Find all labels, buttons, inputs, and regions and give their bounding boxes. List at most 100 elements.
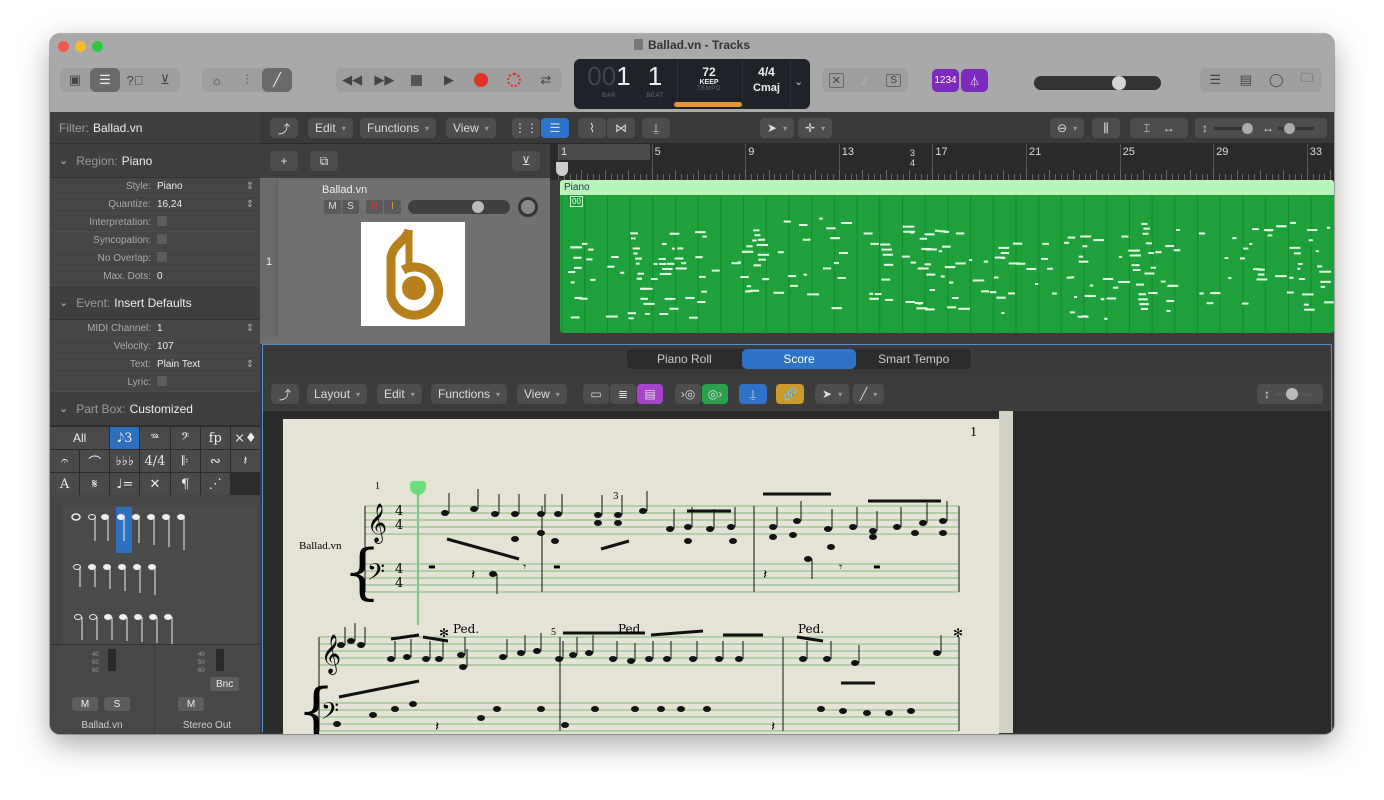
tab-smart-tempo[interactable]: Smart Tempo <box>856 349 971 369</box>
note-head[interactable] <box>614 520 622 526</box>
midi-note[interactable] <box>750 289 760 292</box>
midi-note[interactable] <box>1303 308 1315 311</box>
note-head[interactable] <box>387 656 395 662</box>
edit-menu[interactable]: Edit ▾ <box>377 384 422 404</box>
midi-note[interactable] <box>628 317 634 320</box>
midi-note[interactable] <box>758 258 767 261</box>
cycle-area[interactable] <box>558 144 650 160</box>
signature-key-display[interactable]: 4/4 Cmaj <box>744 59 789 109</box>
note-head[interactable] <box>715 656 723 662</box>
midi-note[interactable] <box>695 231 706 234</box>
midi-note[interactable] <box>1042 242 1049 245</box>
lcd-display[interactable]: 001 BAR 1 BEAT 72 KEEP TEMPO 4/4 Cmaj ⌄ <box>574 59 810 109</box>
note-head[interactable] <box>907 708 915 714</box>
midi-note[interactable] <box>777 251 784 254</box>
note-head[interactable] <box>824 526 832 532</box>
midi-note[interactable] <box>1198 232 1206 235</box>
midi-note[interactable] <box>638 277 642 280</box>
note-head[interactable] <box>357 642 365 648</box>
note-head[interactable] <box>706 526 714 532</box>
midi-note[interactable] <box>1100 298 1105 301</box>
midi-note[interactable] <box>939 230 946 233</box>
midi-note[interactable] <box>642 297 648 300</box>
note-head[interactable] <box>919 520 927 526</box>
midi-note[interactable] <box>1144 272 1155 275</box>
midi-note[interactable] <box>783 220 791 223</box>
midi-note[interactable] <box>763 278 768 281</box>
midi-note[interactable] <box>675 267 687 270</box>
checkbox[interactable] <box>157 234 167 244</box>
midi-note[interactable] <box>659 262 666 265</box>
midi-note[interactable] <box>1093 239 1105 242</box>
midi-note[interactable] <box>661 242 667 245</box>
view-menu[interactable]: View ▾ <box>446 118 496 138</box>
midi-note[interactable] <box>1078 260 1089 263</box>
link-button[interactable]: 🔗 <box>776 384 804 404</box>
signature-change[interactable]: 34 <box>910 148 915 168</box>
midi-note[interactable] <box>753 264 761 267</box>
midi-note[interactable] <box>1263 229 1274 232</box>
midi-note[interactable] <box>788 275 797 278</box>
midi-note[interactable] <box>1089 284 1094 287</box>
midi-note[interactable] <box>1012 242 1023 245</box>
midi-note[interactable] <box>1128 249 1140 252</box>
note-head[interactable] <box>863 710 871 716</box>
tab-piano-roll[interactable]: Piano Roll <box>627 349 742 369</box>
toolbar-button[interactable]: ⊻ <box>150 68 180 92</box>
catch-button[interactable]: ⍊ <box>642 118 670 138</box>
midi-note[interactable] <box>1118 280 1130 283</box>
midi-note[interactable] <box>698 275 706 278</box>
note-head[interactable] <box>537 706 545 712</box>
inspector-row[interactable]: Lyric: <box>50 374 260 392</box>
midi-note[interactable] <box>1317 265 1323 268</box>
row-value[interactable]: Plain Text <box>155 359 240 370</box>
midi-note[interactable] <box>1298 278 1305 281</box>
midi-note[interactable] <box>945 266 954 269</box>
midi-note[interactable] <box>1139 303 1149 306</box>
midi-note[interactable] <box>586 258 593 261</box>
midi-note[interactable] <box>633 252 638 255</box>
inspector-row[interactable]: MIDI Channel: 1 ⇕ <box>50 320 260 338</box>
add-track-button[interactable]: + <box>270 151 298 171</box>
edit-menu[interactable]: Edit ▾ <box>308 118 353 138</box>
grid-view-button[interactable]: ⋮⋮ <box>512 118 540 138</box>
midi-note[interactable] <box>834 237 841 240</box>
midi-note[interactable] <box>754 234 761 237</box>
note-head[interactable] <box>657 706 665 712</box>
midi-note[interactable] <box>1302 293 1314 296</box>
note-head[interactable] <box>609 656 617 662</box>
solo-mode-button[interactable]: S <box>879 68 908 92</box>
pointer-tool-menu[interactable]: ➤ ▾ <box>760 118 795 138</box>
checkbox[interactable] <box>157 216 167 226</box>
note-head[interactable] <box>517 650 525 656</box>
inspector-row[interactable]: Interpretation: <box>50 214 260 232</box>
note-head[interactable] <box>489 571 497 577</box>
partbox-group-button[interactable]: 𝄽 <box>230 450 260 472</box>
bounce-button[interactable]: Bnc <box>210 677 240 691</box>
midi-note[interactable] <box>1104 317 1108 320</box>
midi-note[interactable] <box>885 298 894 301</box>
row-value[interactable]: 1 <box>155 323 240 334</box>
midi-note[interactable] <box>1078 255 1084 258</box>
partbox-group-button[interactable]: ✕ <box>140 473 170 495</box>
note-head[interactable] <box>939 530 947 536</box>
midi-note[interactable] <box>1199 292 1204 295</box>
rewind-button[interactable]: ◀◀ <box>337 68 367 92</box>
midi-note[interactable] <box>989 291 997 294</box>
layout-menu[interactable]: Layout ▾ <box>307 384 368 404</box>
midi-note[interactable] <box>570 246 583 249</box>
row-value[interactable] <box>155 376 240 389</box>
midi-note[interactable] <box>746 245 753 248</box>
midi-note[interactable] <box>1256 278 1268 281</box>
inspector-row[interactable]: Quantize: 16,24 ⇕ <box>50 196 260 214</box>
midi-note[interactable] <box>802 238 811 241</box>
midi-note[interactable] <box>1167 284 1179 287</box>
track-name[interactable]: Ballad.vn <box>322 184 367 196</box>
wrapped-view-button[interactable]: ≣ <box>610 384 636 404</box>
midi-note[interactable] <box>635 257 642 260</box>
midi-note[interactable] <box>833 262 840 265</box>
zoom-sliders[interactable]: ↕ ↔ <box>1195 118 1327 138</box>
midi-note[interactable] <box>677 247 684 250</box>
score-zoom-slider[interactable]: ↕ <box>1257 384 1323 404</box>
library-button[interactable]: ▣ <box>60 68 90 92</box>
